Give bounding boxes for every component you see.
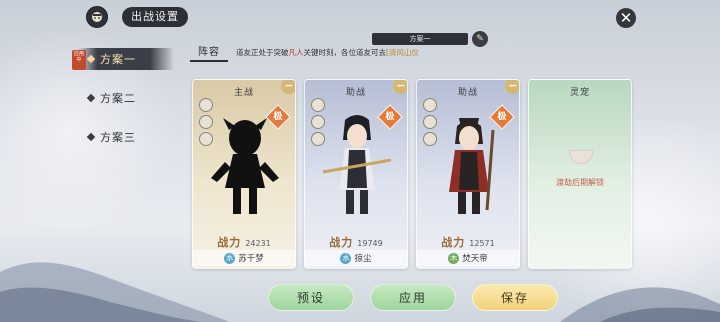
remove-button[interactable]: − — [505, 79, 519, 94]
diamond-icon — [86, 54, 96, 64]
character-card-assist-2[interactable]: 助战 − 极 战力 12571 木 焚天帝 — [416, 79, 520, 269]
card-role: 助战 — [345, 88, 366, 98]
name-row: 水 苏千梦 — [193, 250, 295, 266]
unlock-condition: 渡劫后期解锁 — [556, 178, 604, 187]
scheme-item-3[interactable]: 方案三 — [78, 126, 174, 148]
power-value: 19749 — [357, 239, 383, 248]
power-row: 战力 12571 — [417, 234, 519, 250]
preset-button[interactable]: 预设 — [268, 284, 354, 311]
diamond-icon — [86, 93, 96, 103]
character-portrait — [449, 118, 495, 214]
tab-lineup[interactable]: 阵容 — [190, 44, 228, 62]
apply-button[interactable]: 应用 — [370, 284, 456, 311]
character-silhouette — [211, 118, 279, 214]
character-name: 掠尘 — [354, 254, 372, 264]
minus-icon: − — [396, 79, 406, 92]
wood-element-icon: 木 — [448, 252, 460, 264]
character-name: 焚天帝 — [462, 254, 488, 264]
tip-text: 关键时刻，各位道友可去 — [303, 48, 387, 57]
tip-highlight: 凡人 — [288, 48, 304, 57]
scheme-item-label: 方案二 — [100, 92, 136, 105]
character-head-icon — [92, 12, 102, 22]
character-portrait — [322, 115, 392, 214]
home-button[interactable] — [86, 6, 108, 28]
water-element-icon: 水 — [224, 252, 236, 264]
scheme-menu: 应用中 方案一 方案二 方案三 — [72, 48, 174, 165]
character-card-main[interactable]: 主战 − 极 战力 24231 水 苏千梦 — [192, 79, 296, 269]
water-element-icon: 水 — [340, 252, 352, 264]
power-value: 12571 — [469, 239, 495, 248]
power-label: 战力 — [329, 236, 354, 249]
close-icon: ✕ — [619, 9, 633, 27]
bowl-icon — [569, 150, 593, 164]
name-row: 水 掠尘 — [305, 250, 407, 266]
power-row: 战力 19749 — [305, 234, 407, 250]
card-role: 灵宠 — [569, 88, 590, 98]
character-name: 苏千梦 — [238, 254, 264, 264]
tip-link[interactable]: [清风山仪 — [386, 48, 419, 57]
power-label: 战力 — [217, 236, 242, 249]
card-role: 助战 — [457, 88, 478, 98]
scheme-item-2[interactable]: 方案二 — [78, 87, 174, 109]
character-card-assist-1[interactable]: 助战 − 极 战力 19749 水 掠尘 — [304, 79, 408, 269]
remove-button[interactable]: − — [281, 79, 295, 94]
scheme-item-1[interactable]: 应用中 方案一 — [72, 48, 174, 70]
tip-text: 道友正处于突破 — [236, 48, 289, 57]
scheme-item-label: 方案一 — [100, 53, 136, 66]
diamond-icon — [86, 132, 96, 142]
close-button[interactable]: ✕ — [616, 8, 636, 28]
scheme-item-label: 方案三 — [100, 131, 136, 144]
page-title: 出战设置 — [122, 7, 188, 27]
top-bar: 出战设置 ✕ — [0, 0, 720, 36]
power-label: 战力 — [441, 236, 466, 249]
save-button[interactable]: 保存 — [472, 284, 558, 311]
card-role: 主战 — [233, 88, 254, 98]
minus-icon: − — [284, 79, 294, 92]
minus-icon: − — [508, 79, 518, 92]
pet-card-locked[interactable]: 灵宠 渡劫后期解锁 — [528, 79, 632, 269]
tip-bar: 道友正处于突破凡人关键时刻，各位道友可去[清风山仪 — [236, 44, 536, 62]
name-row: 木 焚天帝 — [417, 250, 519, 266]
power-row: 战力 24231 — [193, 234, 295, 250]
in-use-tag: 应用中 — [72, 50, 86, 70]
remove-button[interactable]: − — [393, 79, 407, 94]
pencil-icon: ✎ — [476, 34, 484, 44]
power-value: 24231 — [245, 239, 271, 248]
